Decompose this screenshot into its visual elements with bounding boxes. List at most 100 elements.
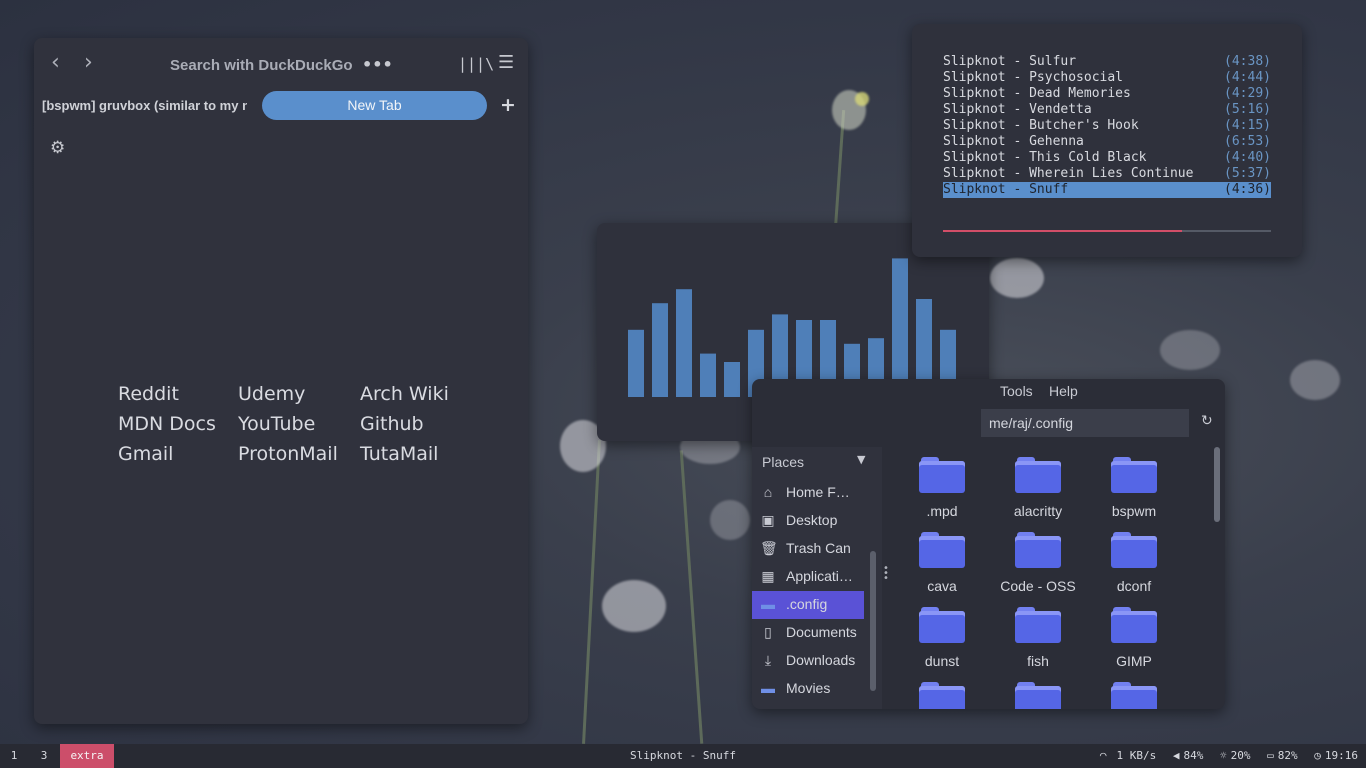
quick-link[interactable]: Udemy <box>238 383 360 405</box>
track-duration: (5:37) <box>1224 166 1271 181</box>
folder-icon: ▬ <box>761 680 775 696</box>
quick-link[interactable]: YouTube <box>238 413 360 435</box>
quick-link[interactable]: Reddit <box>118 383 238 405</box>
playlist-track[interactable]: Slipknot - Butcher's Hook (4:15) <box>943 118 1271 134</box>
quick-link[interactable]: Arch Wiki <box>360 383 480 405</box>
folder-icon <box>1015 607 1061 643</box>
sidebar-item[interactable]: ▯ Documents <box>752 619 864 647</box>
visualizer-bar <box>724 362 740 397</box>
playlist-track[interactable]: Slipknot - Vendetta (5:16) <box>943 102 1271 118</box>
folder-icon <box>1015 457 1061 493</box>
sidebar-item[interactable]: ▣ Desktop <box>752 507 864 535</box>
download-icon: ⤓ <box>764 652 772 668</box>
sidebar-item[interactable]: ▦ Applicati… <box>752 563 864 591</box>
playlist-track[interactable]: Slipknot - This Cold Black (4:40) <box>943 150 1271 166</box>
folder-item[interactable]: dconf <box>1086 532 1182 594</box>
quick-link[interactable]: TutaMail <box>360 443 480 465</box>
playlist-track[interactable]: Slipknot - Psychosocial (4:44) <box>943 70 1271 86</box>
chevron-down-icon[interactable]: ▼ <box>857 453 865 466</box>
volume-icon[interactable]: ◀ <box>1173 749 1180 762</box>
workspace-2[interactable]: extra <box>60 744 114 768</box>
sidebar-item[interactable]: 🗑 Trash Can <box>752 535 864 563</box>
library-icon[interactable]: |||\ <box>458 55 494 73</box>
visualizer-bar <box>892 258 908 397</box>
pane-resize-handle[interactable]: • • • <box>883 564 889 584</box>
folder-item[interactable] <box>990 682 1086 709</box>
playlist-track[interactable]: Slipknot - Gehenna (6:53) <box>943 134 1271 150</box>
progress-bar[interactable] <box>943 230 1271 232</box>
quick-link[interactable]: ProtonMail <box>238 443 360 465</box>
playlist-track[interactable]: Slipknot - Snuff (4:36) <box>943 182 1271 198</box>
playlist-track[interactable]: Slipknot - Dead Memories (4:29) <box>943 86 1271 102</box>
quick-link[interactable]: Gmail <box>118 443 238 465</box>
battery-icon: ▭ <box>1267 749 1274 762</box>
playlist-track[interactable]: Slipknot - Wherein Lies Continue (5:37) <box>943 166 1271 182</box>
folder-item[interactable]: GIMP <box>1086 607 1182 669</box>
forward-icon[interactable]: › <box>84 52 93 74</box>
sidebar-item[interactable]: ⤓ Downloads <box>752 647 864 675</box>
folder-item[interactable] <box>1086 682 1182 709</box>
quick-link[interactable]: MDN Docs <box>118 413 238 435</box>
search-bar[interactable]: Search with DuckDuckGo <box>170 57 353 74</box>
folder-name: alacritty <box>1013 503 1063 519</box>
document-icon: ▯ <box>764 624 772 640</box>
tab-new[interactable]: New Tab <box>262 91 487 120</box>
workspace-1[interactable]: 3 <box>30 744 58 768</box>
folder-icon <box>919 457 965 493</box>
folder-name: Code - OSS <box>1000 578 1076 594</box>
sidebar-item[interactable]: ⌂ Home F… <box>752 479 864 507</box>
apps-icon: ▦ <box>761 568 775 584</box>
gear-icon[interactable]: ⚙ <box>50 138 65 158</box>
sidebar-item-label: .config <box>786 596 828 612</box>
folder-item[interactable]: .mpd <box>894 457 990 519</box>
progress-fill <box>943 230 1183 232</box>
sidebar-item[interactable]: ▬ .config <box>752 591 864 619</box>
track-title: Slipknot - Dead Memories <box>943 86 1131 101</box>
location-bar[interactable]: me/raj/.config <box>981 409 1189 437</box>
network-speed: 1 KB/s <box>1116 749 1157 762</box>
workspace-0[interactable]: 1 <box>0 744 28 768</box>
sidebar-item[interactable]: ▬ Movies <box>752 675 864 703</box>
folder-icon <box>1015 682 1061 709</box>
back-icon[interactable]: ‹ <box>51 52 60 74</box>
folder-item[interactable]: dunst <box>894 607 990 669</box>
brightness-level: 20% <box>1230 749 1251 762</box>
sidebar-item-label: Applicati… <box>786 568 853 584</box>
folder-item[interactable] <box>894 682 990 709</box>
folder-icon: ▬ <box>761 596 775 612</box>
track-title: Slipknot - Gehenna <box>943 134 1084 149</box>
menu-tools[interactable]: Tools <box>1000 383 1033 399</box>
track-title: Slipknot - Vendetta <box>943 102 1092 117</box>
system-tray: ◠ 1 KB/s ◀ 84% ☼ 20% ▭ 82% ◷ 19:16 <box>1090 744 1358 768</box>
battery-level: 82% <box>1277 749 1298 762</box>
folder-item[interactable]: cava <box>894 532 990 594</box>
clock: 19:16 <box>1324 749 1358 762</box>
volume-level: 84% <box>1183 749 1204 762</box>
folder-item[interactable]: fish <box>990 607 1086 669</box>
folder-item[interactable]: bspwm <box>1086 457 1182 519</box>
add-tab-icon[interactable]: + <box>500 94 516 116</box>
quick-link[interactable]: Github <box>360 413 480 435</box>
sidebar-scrollbar[interactable] <box>870 551 876 691</box>
track-duration: (5:16) <box>1224 102 1271 117</box>
music-player-window: Slipknot - Sulfur (4:38) Slipknot - Psycho… <box>912 24 1302 257</box>
tab-current[interactable]: [bspwm] gruvbox (similar to my n <box>42 98 247 113</box>
visualizer-bar <box>652 303 668 397</box>
folder-name: .mpd <box>926 503 958 519</box>
trash-icon: 🗑 <box>760 540 778 556</box>
more-icon[interactable]: ••• <box>362 55 393 74</box>
places-header[interactable]: Places <box>762 454 804 470</box>
folder-item[interactable]: alacritty <box>990 457 1086 519</box>
hamburger-menu-icon[interactable]: ☰ <box>498 52 514 73</box>
folder-icon <box>1111 457 1157 493</box>
main-scrollbar[interactable] <box>1214 447 1220 522</box>
folder-item[interactable]: Code - OSS <box>990 532 1086 594</box>
folder-name: cava <box>927 578 957 594</box>
clock-icon: ◷ <box>1314 749 1321 762</box>
menu-help[interactable]: Help <box>1049 383 1078 399</box>
brightness-icon: ☼ <box>1220 749 1227 762</box>
reload-icon[interactable]: ↻ <box>1201 413 1213 429</box>
folder-icon <box>919 682 965 709</box>
folder-name: bspwm <box>1111 503 1157 519</box>
playlist-track[interactable]: Slipknot - Sulfur (4:38) <box>943 54 1271 70</box>
